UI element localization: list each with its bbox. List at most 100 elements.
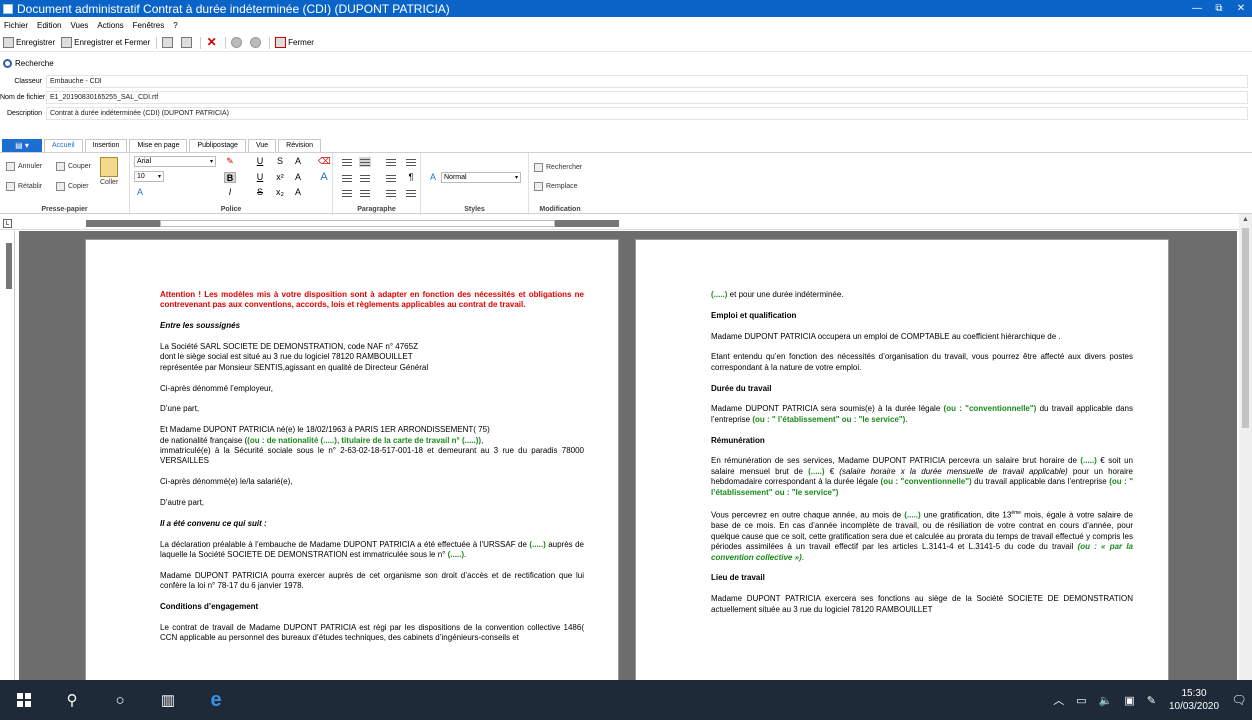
group-police: Arial ▾ 10 ▾ ✎ U S A ⌫ B U x² A A A I S x₂… bbox=[130, 153, 333, 215]
task-view-button[interactable]: ▥ bbox=[144, 680, 192, 720]
page-1[interactable]: Attention ! Les modèles mis à votre disp… bbox=[85, 239, 619, 680]
align-left-icon[interactable] bbox=[341, 157, 353, 167]
save-button[interactable]: Enregistrer bbox=[3, 37, 55, 48]
filename-row: Nom de fichier E1_20190830165255_SAL_CDI… bbox=[0, 90, 1248, 104]
clear-format-icon[interactable]: ⌫ bbox=[318, 156, 331, 167]
network-icon[interactable]: ▣ bbox=[1124, 694, 1134, 707]
filename-field[interactable]: E1_20190830165255_SAL_CDI.rtf bbox=[46, 90, 1248, 104]
indent-right-icon[interactable] bbox=[359, 188, 371, 198]
edge-button[interactable]: e bbox=[192, 680, 240, 720]
delete-button[interactable]: ✕ bbox=[206, 35, 219, 49]
file-menu-tab[interactable]: ▤ ▾ bbox=[2, 139, 42, 152]
italic-icon[interactable]: I bbox=[224, 187, 236, 198]
line-spacing-icon[interactable] bbox=[405, 157, 417, 167]
print-button[interactable] bbox=[162, 37, 175, 48]
restore-button[interactable]: ⧉ bbox=[1208, 3, 1230, 14]
page-1-content: Attention ! Les modèles mis à votre disp… bbox=[160, 290, 584, 654]
font-shrink-icon[interactable]: A bbox=[292, 187, 304, 198]
menu-fenetres[interactable]: Fenêtres bbox=[133, 21, 165, 30]
vertical-scrollbar[interactable]: ▲ bbox=[1239, 214, 1252, 680]
horizontal-ruler[interactable]: L bbox=[0, 216, 1252, 230]
font-grow-icon[interactable]: A bbox=[292, 156, 304, 167]
scroll-up-icon[interactable]: ▲ bbox=[1242, 216, 1249, 223]
redo-button[interactable]: Rétablir bbox=[6, 182, 42, 191]
menu-actions[interactable]: Actions bbox=[97, 21, 123, 30]
task-view-icon: ▥ bbox=[160, 692, 176, 709]
tab-revision[interactable]: Révision bbox=[278, 139, 322, 152]
vertical-ruler[interactable] bbox=[3, 231, 15, 680]
otherside-text: D’autre part, bbox=[160, 498, 205, 508]
indent-left-icon[interactable] bbox=[341, 188, 353, 198]
page-2[interactable]: (.....) et pour une durée indéterminée. … bbox=[635, 239, 1169, 680]
strikethrough-icon[interactable]: S bbox=[274, 156, 286, 167]
pilcrow-icon[interactable]: ¶ bbox=[405, 172, 417, 183]
align-center-icon[interactable] bbox=[359, 157, 371, 167]
text-effect-icon[interactable]: A bbox=[292, 172, 304, 183]
tab-accueil[interactable]: Accueil bbox=[44, 139, 83, 152]
previous-button[interactable] bbox=[231, 37, 244, 48]
superscript-icon[interactable]: x² bbox=[274, 172, 286, 183]
align-right-icon[interactable] bbox=[341, 173, 353, 183]
font-color-icon[interactable]: A bbox=[134, 187, 146, 198]
tab-vue[interactable]: Vue bbox=[247, 139, 277, 152]
clock-time: 15:30 bbox=[1181, 688, 1207, 699]
volume-muted-icon[interactable]: 🔈 bbox=[1099, 694, 1113, 707]
document-area[interactable]: Attention ! Les modèles mis à votre disp… bbox=[19, 231, 1237, 680]
undo-button[interactable]: Annuler bbox=[6, 162, 42, 171]
menu-vues[interactable]: Vues bbox=[70, 21, 88, 30]
replace-button[interactable]: Remplace bbox=[534, 182, 578, 191]
title-bar: Document administratif Contrat à durée i… bbox=[0, 0, 1252, 17]
menu-fichier[interactable]: Fichier bbox=[4, 21, 28, 30]
subscript-icon[interactable]: x₂ bbox=[274, 187, 286, 198]
close-button[interactable]: ✕ bbox=[1230, 3, 1252, 14]
highlight-icon[interactable]: ✎ bbox=[224, 156, 236, 167]
search-button[interactable]: Recherche bbox=[0, 55, 54, 71]
tab-publipostage[interactable]: Publipostage bbox=[189, 139, 246, 152]
fermer-button[interactable]: Fermer bbox=[275, 37, 314, 48]
emploi-heading: Emploi et qualification bbox=[711, 310, 797, 320]
save-close-button[interactable]: Enregistrer et Fermer bbox=[61, 37, 150, 48]
tab-mise-en-page[interactable]: Mise en page bbox=[129, 139, 188, 152]
next-button[interactable] bbox=[250, 37, 263, 48]
group-presse-papier: Annuler Rétablir Couper Copier Coller Pr… bbox=[0, 153, 130, 215]
find-button[interactable]: Rechercher bbox=[534, 163, 582, 172]
cortana-button[interactable]: ○ bbox=[96, 680, 144, 720]
bullet-list-icon[interactable] bbox=[385, 173, 397, 183]
menu-edition[interactable]: Edition bbox=[37, 21, 61, 30]
shading-icon[interactable] bbox=[405, 188, 417, 198]
double-strike-icon[interactable]: S bbox=[254, 187, 266, 198]
battery-icon[interactable]: ▭ bbox=[1076, 694, 1086, 707]
clock[interactable]: 15:30 10/03/2020 bbox=[1162, 687, 1226, 713]
double-underline-icon[interactable]: U bbox=[254, 172, 266, 183]
delete-x-icon: ✕ bbox=[206, 35, 217, 49]
justify-icon[interactable] bbox=[359, 173, 371, 183]
style-select[interactable]: Normal ▾ bbox=[441, 172, 521, 183]
print-preview-button[interactable] bbox=[181, 37, 194, 48]
description-field[interactable]: Contrat à durée indéterminée (CDI) (DUPO… bbox=[46, 106, 1248, 120]
agreed-heading: Il a été convenu ce qui suit : bbox=[160, 518, 267, 528]
tab-stop-icon[interactable]: L bbox=[3, 219, 12, 228]
paste-button[interactable]: Coller bbox=[100, 157, 118, 186]
bold-icon[interactable]: B bbox=[224, 172, 236, 183]
chevron-up-icon[interactable]: ︿ bbox=[1053, 692, 1064, 708]
menu-help[interactable]: ? bbox=[173, 21, 177, 30]
numbered-list-icon[interactable] bbox=[385, 157, 397, 167]
search-taskbar-button[interactable]: ⚲ bbox=[48, 680, 96, 720]
oneside-text: D’une part, bbox=[160, 404, 200, 414]
notification-icon[interactable]: 🗨 bbox=[1226, 693, 1252, 707]
start-button[interactable] bbox=[0, 680, 48, 720]
tab-insertion[interactable]: Insertion bbox=[84, 139, 128, 152]
scrollbar-thumb[interactable] bbox=[1242, 228, 1249, 428]
employee-text: Ci-après dénommé(e) le/la salarié(e), bbox=[160, 477, 293, 487]
minimize-button[interactable]: — bbox=[1186, 3, 1208, 14]
classeur-select[interactable]: Embauche - CDI bbox=[46, 74, 1248, 88]
font-select[interactable]: Arial ▾ bbox=[134, 156, 216, 167]
font-color-big-icon[interactable]: A bbox=[318, 172, 330, 183]
copy-button[interactable]: Copier bbox=[56, 182, 89, 191]
size-select[interactable]: 10 ▾ bbox=[134, 171, 164, 182]
underline-icon[interactable]: U bbox=[254, 156, 266, 167]
pen-icon[interactable]: ✎ bbox=[1147, 694, 1156, 707]
replace-icon bbox=[534, 182, 543, 191]
multilevel-list-icon[interactable] bbox=[385, 188, 397, 198]
cut-button[interactable]: Couper bbox=[56, 162, 91, 171]
